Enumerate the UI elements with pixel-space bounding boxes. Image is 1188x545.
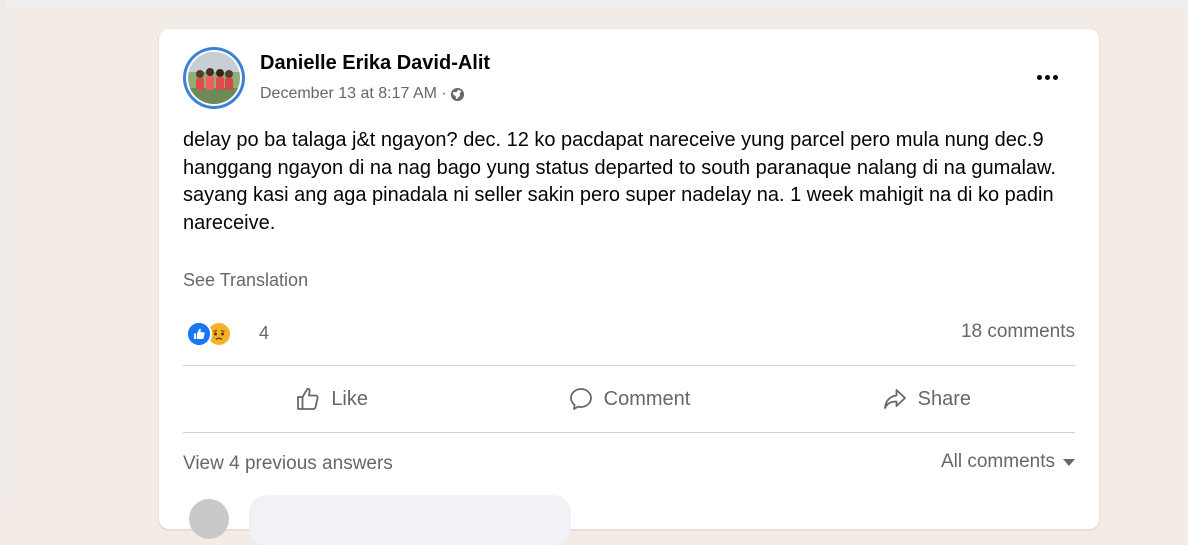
author-avatar[interactable] [183, 47, 245, 109]
post-card: Danielle Erika David-Alit December 13 at… [159, 29, 1099, 545]
thumbs-up-icon [297, 387, 319, 410]
globe-icon[interactable] [450, 87, 465, 102]
caret-down-icon [1063, 458, 1075, 466]
post-header: Danielle Erika David-Alit December 13 at… [183, 47, 1075, 111]
commenter-avatar[interactable] [189, 499, 229, 539]
share-icon [883, 389, 906, 409]
comment-bubble [249, 495, 571, 545]
more-dot [1052, 74, 1058, 80]
comments-count-link[interactable]: 18 comments [961, 321, 1075, 343]
comments-filter-label: All comments [940, 451, 1055, 472]
post-actions: Like Comment Share [183, 367, 1075, 431]
post-text: delay po ba talaga j&t ngayon? dec. 12 k… [183, 129, 1056, 234]
like-label: Like [331, 387, 369, 410]
more-dot [1044, 74, 1050, 80]
avatar-ring [186, 50, 242, 106]
divider-bottom [183, 432, 1075, 433]
top-strip [0, 0, 1188, 8]
post-date[interactable]: December 13 at 8:17 AM · [260, 85, 447, 103]
author-name[interactable]: Danielle Erika David-Alit [260, 52, 490, 75]
like-reaction-icon [186, 321, 212, 347]
reaction-icons [183, 319, 235, 347]
comment-label: Comment [603, 387, 691, 410]
comment-icon [569, 388, 592, 410]
share-label: Share [917, 387, 971, 410]
left-strip [0, 0, 6, 506]
share-button[interactable]: Share [778, 367, 1075, 431]
view-previous-comments-link[interactable]: View 4 previous answers [183, 453, 393, 475]
post-meta: December 13 at 8:17 AM · [260, 85, 465, 103]
avatar-photo [188, 52, 240, 104]
reaction-count: 4 [259, 322, 270, 343]
divider-top [183, 365, 1075, 366]
more-options-icon[interactable] [1027, 65, 1067, 89]
see-translation-link[interactable]: See Translation [183, 270, 308, 291]
reactions-summary[interactable]: 4 [183, 319, 269, 347]
comment-button[interactable]: Comment [480, 367, 777, 431]
comments-filter-dropdown[interactable]: All comments [941, 451, 1075, 473]
like-button[interactable]: Like [183, 367, 480, 431]
more-dot [1036, 74, 1042, 80]
